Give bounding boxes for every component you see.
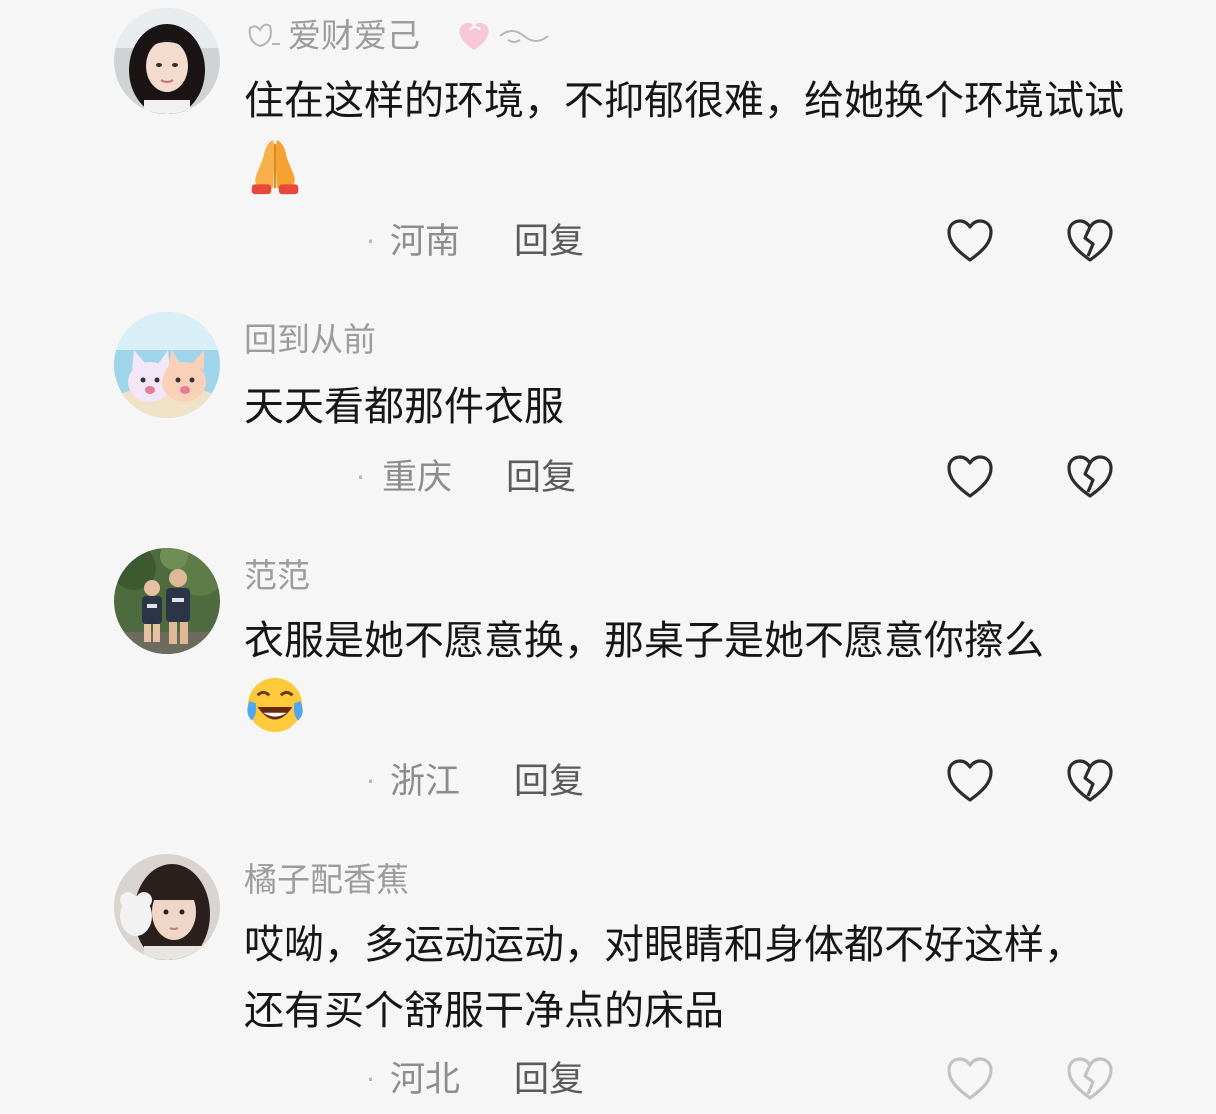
avatar[interactable] [114, 8, 220, 114]
location-label: 重庆 [382, 458, 453, 498]
username[interactable]: 爱财爱己 [288, 16, 420, 56]
folded-hands-icon [244, 134, 306, 216]
like-heart-icon[interactable] [946, 454, 994, 500]
username[interactable]: 范范 [244, 556, 310, 596]
comment-text: 住在这样的环境，不抑郁很难，给她换个环境试试 [244, 68, 1134, 216]
dislike-broken-heart-icon[interactable] [1066, 218, 1114, 264]
dislike-broken-heart-icon[interactable] [1066, 1056, 1114, 1102]
location-label: 河北 [390, 1060, 461, 1100]
location-label: 浙江 [390, 762, 461, 802]
comment-text: 天天看都那件衣服 [244, 384, 564, 430]
like-heart-icon[interactable] [946, 218, 994, 264]
avatar[interactable] [114, 312, 220, 418]
separator-dot: · [366, 765, 375, 798]
avatar[interactable] [114, 854, 220, 960]
reply-button[interactable]: 回复 [506, 456, 576, 500]
separator-dot: · [366, 225, 375, 258]
comment-text-content: 住在这样的环境，不抑郁很难，给她换个环境试试 [244, 78, 1124, 124]
separator-dot: · [356, 461, 365, 494]
avatar[interactable] [114, 548, 220, 654]
dislike-broken-heart-icon[interactable] [1066, 758, 1114, 804]
like-heart-icon[interactable] [946, 1056, 994, 1102]
like-heart-icon[interactable] [946, 758, 994, 804]
username[interactable]: 橘子配香蕉 [244, 860, 409, 900]
dislike-broken-heart-icon[interactable] [1066, 454, 1114, 500]
username-decoration [244, 18, 284, 52]
reply-button[interactable]: 回复 [514, 1058, 584, 1102]
crying-laughing-face-icon [244, 674, 306, 756]
reply-button[interactable]: 回复 [514, 220, 584, 264]
comment-text: 衣服是她不愿意换，那桌子是她不愿意你擦么 [244, 608, 1134, 756]
location-label: 河南 [390, 222, 461, 262]
separator-dot: · [366, 1063, 375, 1096]
username[interactable]: 回到从前 [244, 320, 376, 360]
comment-text-content: 衣服是她不愿意换，那桌子是她不愿意你擦么 [244, 618, 1044, 664]
username-heart-decoration [452, 16, 552, 56]
reply-button[interactable]: 回复 [514, 760, 584, 804]
comment-text: 哎呦，多运动运动，对眼睛和身体都不好这样，还有买个舒服干净点的床品 [244, 922, 1084, 1034]
